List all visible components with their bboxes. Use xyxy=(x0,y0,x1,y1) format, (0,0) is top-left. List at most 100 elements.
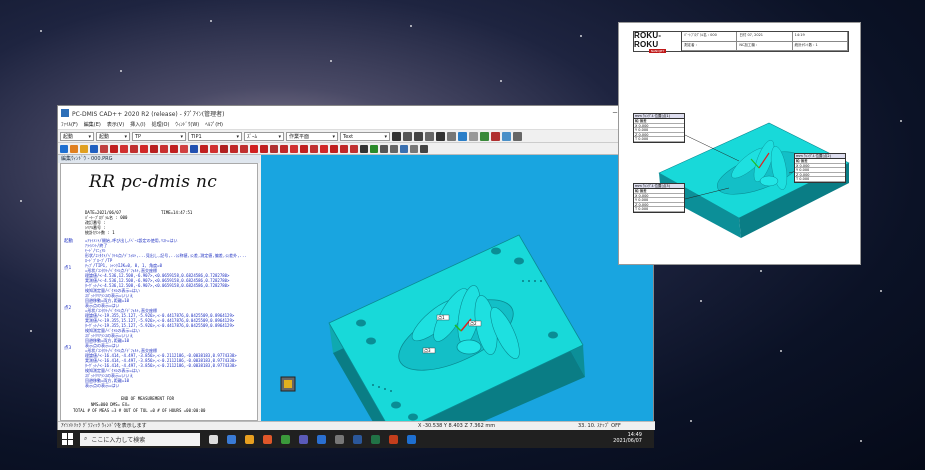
box-icon[interactable] xyxy=(80,144,88,153)
gutter-label-point1: 点1 xyxy=(64,266,72,271)
tolerance-icon[interactable] xyxy=(290,144,298,153)
box-row: T 0.000 xyxy=(795,177,845,182)
edit-window-title: 編集ｳｨﾝﾄﾞｳ - 000.PRG xyxy=(58,155,260,163)
toolbar-features xyxy=(58,143,653,155)
edge-icon[interactable] xyxy=(227,434,236,444)
bolt-hole xyxy=(491,247,501,255)
sphere-icon[interactable] xyxy=(170,144,178,153)
report-icon[interactable] xyxy=(340,144,348,153)
view-iso-icon[interactable] xyxy=(436,131,445,141)
menu-view[interactable]: 表示(V) xyxy=(107,121,124,128)
view-cube-icon[interactable] xyxy=(392,131,401,141)
execute-icon[interactable] xyxy=(370,144,378,153)
tip-combo[interactable]: TIP1 ▾ xyxy=(188,131,242,141)
profile-icon[interactable] xyxy=(240,144,248,153)
menu-edit[interactable]: 編集(E) xyxy=(84,121,101,128)
report-point-box-3: mm ｳｨﾝｸﾞﾙ 位置(点3) 軸 偏差 X 0.000 Y 0.000 Z … xyxy=(633,183,685,213)
step-icon[interactable] xyxy=(380,144,388,153)
status-bar: ｱｲｿﾒﾄﾘｯｸ ｸﾞﾗﾌｨｯｸ ｳｨﾝﾄﾞｳを表示します X -30.538 … xyxy=(58,421,655,430)
menu-operation[interactable]: 処理(O) xyxy=(152,121,170,128)
title-bar[interactable]: PC-DMIS CAD++ 2020 R2 (release) - ﾀﾌﾟｱｲﾝ… xyxy=(58,106,653,120)
gutter-label-start: 起動 xyxy=(64,239,73,244)
view-back-icon[interactable] xyxy=(447,131,456,141)
keyin-icon[interactable] xyxy=(330,144,338,153)
perpendicular-icon[interactable] xyxy=(280,144,288,153)
clear-icon[interactable] xyxy=(410,144,418,153)
gutter-label-point2: 点2 xyxy=(64,306,72,311)
powerpoint-icon[interactable] xyxy=(389,434,398,444)
menu-bar: ﾌｧｲﾙ(F) 編集(E) 表示(V) 挿入(I) 処理(O) ｳｨﾝﾄﾞｳ(W… xyxy=(58,120,653,130)
workplane-combo[interactable]: 作業平面 ▾ xyxy=(286,131,338,141)
mode-combo[interactable]: 起動 ▾ xyxy=(60,131,94,141)
cylinder-icon[interactable] xyxy=(150,144,158,153)
chart-icon[interactable] xyxy=(350,144,358,153)
flatness-icon[interactable] xyxy=(220,144,228,153)
probe-combo[interactable]: TP ▾ xyxy=(132,131,186,141)
point-label-3: 点3 xyxy=(424,347,431,353)
pcdmis-taskbar-icon[interactable] xyxy=(407,434,416,444)
rect-icon[interactable] xyxy=(90,144,98,153)
clearance-combo[interactable]: ｽﾞｰﾑ ▾ xyxy=(244,131,284,141)
concentric-icon[interactable] xyxy=(310,144,318,153)
alignment-combo[interactable]: 起動 ▾ xyxy=(96,131,130,141)
system-clock[interactable]: 14:49 2021/06/07 xyxy=(613,432,642,444)
menu-file[interactable]: ﾌｧｲﾙ(F) xyxy=(61,121,78,128)
clock-date: 2021/06/07 xyxy=(613,438,642,444)
arrows-icon[interactable] xyxy=(60,144,68,153)
render-icon[interactable] xyxy=(458,131,467,141)
point-icon[interactable] xyxy=(110,144,118,153)
report-hub xyxy=(759,175,779,187)
view-front-icon[interactable] xyxy=(414,131,423,141)
program-logo: RR pc-dmis nc xyxy=(89,172,218,192)
runout-icon[interactable] xyxy=(300,144,308,153)
circle-icon[interactable] xyxy=(140,144,148,153)
explorer-icon[interactable] xyxy=(245,434,254,444)
view-top-icon[interactable] xyxy=(403,131,412,141)
graphics-window[interactable]: 点1 点2 点3 xyxy=(261,155,653,421)
edit-window[interactable]: RR pc-dmis nc DATE=2021/06/07 TIME=14:47… xyxy=(60,163,258,421)
slot-icon[interactable] xyxy=(180,144,188,153)
construct-icon[interactable] xyxy=(190,144,198,153)
app-icon[interactable] xyxy=(335,434,344,444)
plane-icon[interactable] xyxy=(130,144,138,153)
menu-insert[interactable]: 挿入(I) xyxy=(130,121,145,128)
taskbar-search[interactable]: ⌕ ここに入力して検索 xyxy=(80,432,200,446)
footer-counts: NMS=000 DMS= EX= xyxy=(91,402,130,407)
firefox-icon[interactable] xyxy=(263,434,272,444)
box-row: T 0.000 xyxy=(634,137,684,142)
probe-icon[interactable] xyxy=(502,131,511,141)
probe-read-icon[interactable] xyxy=(400,144,408,153)
mail-icon[interactable] xyxy=(317,434,326,444)
globe-icon[interactable] xyxy=(480,131,489,141)
code-line[interactable]: 表示点の表示=はい xyxy=(85,383,119,388)
settings-icon[interactable] xyxy=(513,131,522,141)
pointer-icon[interactable] xyxy=(70,144,78,153)
grid-icon[interactable] xyxy=(469,131,478,141)
teams-icon[interactable] xyxy=(299,434,308,444)
chrome-icon[interactable] xyxy=(281,434,290,444)
export-icon[interactable] xyxy=(420,144,428,153)
dimension-icon[interactable] xyxy=(200,144,208,153)
cone-icon[interactable] xyxy=(160,144,168,153)
task-view-icon[interactable] xyxy=(209,434,218,444)
angle-icon[interactable] xyxy=(250,144,258,153)
menu-window[interactable]: ｳｨﾝﾄﾞｳ(W) xyxy=(175,121,199,128)
mark-icon[interactable] xyxy=(390,144,398,153)
menu-help[interactable]: ﾍﾙﾌﾟ(H) xyxy=(205,121,223,128)
roundness-icon[interactable] xyxy=(230,144,238,153)
parallel-icon[interactable] xyxy=(270,144,278,153)
windows-start-icon[interactable] xyxy=(62,433,74,445)
line-icon[interactable] xyxy=(120,144,128,153)
distance-icon[interactable] xyxy=(260,144,268,153)
stop-icon[interactable] xyxy=(491,131,500,141)
excel-icon[interactable] xyxy=(371,434,380,444)
marker-icon[interactable] xyxy=(100,144,108,153)
symmetry-icon[interactable] xyxy=(320,144,328,153)
view-side-icon[interactable] xyxy=(425,131,434,141)
word-icon[interactable] xyxy=(353,434,362,444)
status-message: ｱｲｿﾒﾄﾘｯｸ ｸﾞﾗﾌｨｯｸ ｳｨﾝﾄﾞｳを表示します xyxy=(61,423,147,429)
position-icon[interactable] xyxy=(210,144,218,153)
text-combo[interactable]: Text ▾ xyxy=(340,131,390,141)
power-icon[interactable] xyxy=(360,144,368,153)
point-label-2: 点2 xyxy=(470,320,477,326)
